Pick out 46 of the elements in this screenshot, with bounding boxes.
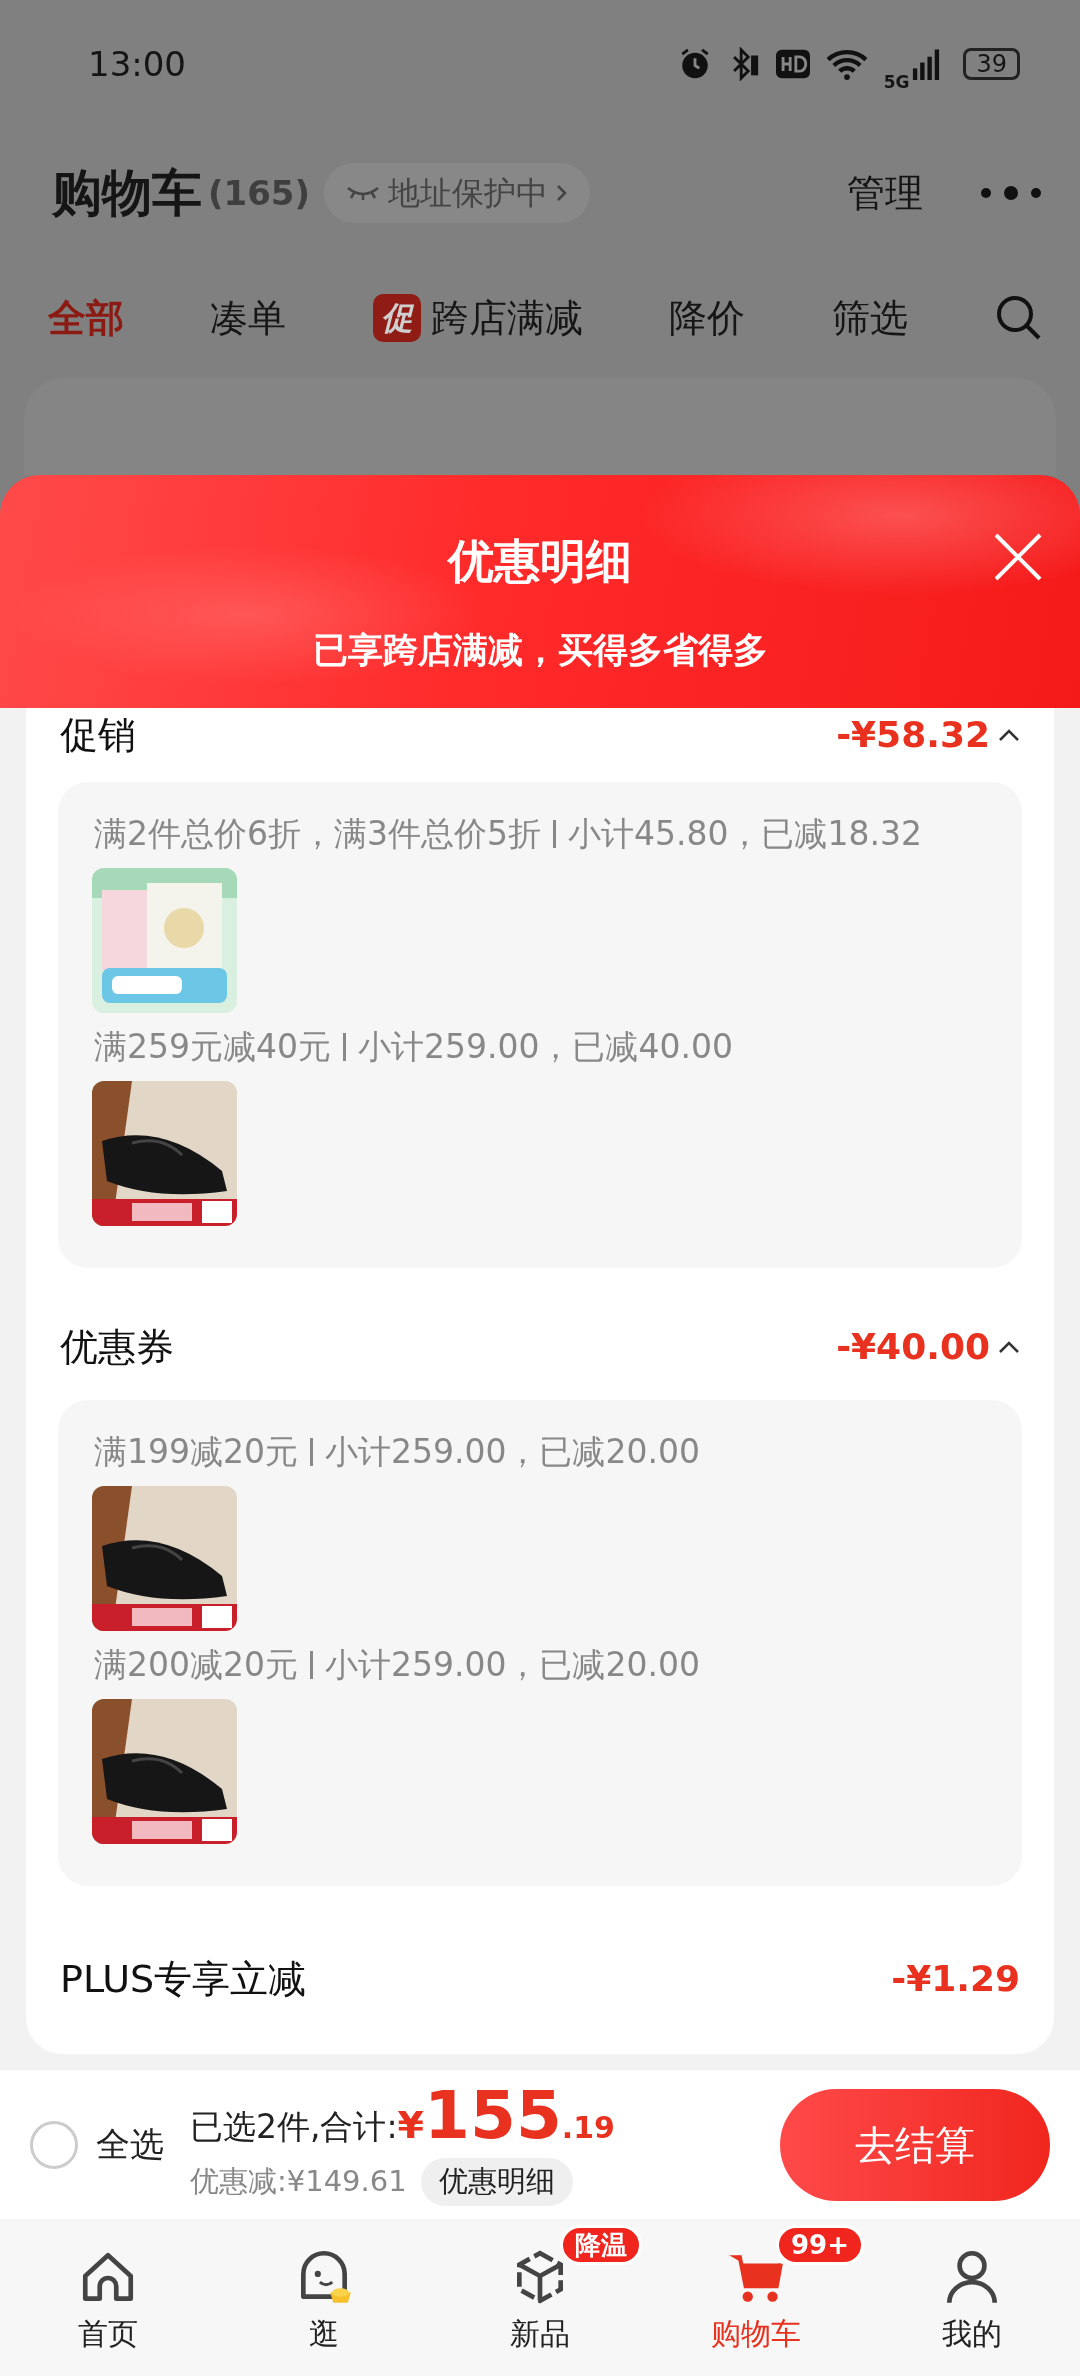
filter-tab[interactable]: 全部 (48, 289, 124, 347)
discount-rule-text: 满259元减40元 小计259.00，已减40.00 (94, 1026, 734, 1068)
sheet-subtitle: 已享跨店满减，买得多省得多 (312, 629, 768, 672)
discount-rule-text: 满200减20元 小计259.00，已减20.00 (94, 1644, 701, 1686)
discount-rule-text: 满2件总价6折，满3件总价5折 小计45.80，已减18.32 (94, 813, 923, 855)
nav-tab[interactable]: 我的 (864, 2219, 1080, 2370)
discount-total: 优惠减:¥149.61 (190, 2163, 407, 2201)
selected-summary: 已选2件,合计: (190, 2106, 398, 2149)
nav-tab[interactable]: 新品 降温 (432, 2219, 648, 2370)
checkout-button[interactable]: 去结算 (780, 2088, 1050, 2201)
manage-button[interactable]: 管理 (846, 163, 924, 223)
section-title: 优惠券 (60, 1323, 174, 1371)
battery-indicator: 39 (963, 48, 1020, 80)
nav-tab[interactable]: 购物车 99+ (648, 2219, 864, 2370)
hd-icon (775, 49, 810, 79)
status-time: 13:00 (88, 42, 186, 86)
discount-rule-text: 满199减20元 小计259.00，已减20.00 (94, 1431, 701, 1473)
item-count: (165) (208, 171, 311, 215)
nav-tab[interactable]: 首页 (0, 2219, 216, 2370)
nav-badge: 降温 (560, 2225, 642, 2265)
discount-detail-button[interactable]: 优惠明细 (420, 2158, 573, 2206)
wifi-icon (825, 48, 868, 80)
promo-badge: 促 (372, 294, 421, 342)
more-icon[interactable] (980, 185, 1042, 201)
select-all-checkbox[interactable] (30, 2120, 78, 2169)
total-price: ¥155.19 (397, 2083, 615, 2155)
filter-tab[interactable]: 凑单 (210, 289, 287, 347)
filter-tab[interactable]: 降价 (669, 289, 746, 347)
chevron-right-icon (556, 183, 569, 203)
discount-amount: -¥58.32 (836, 713, 990, 757)
filter-tab[interactable]: 筛选 (831, 289, 908, 347)
sheet-title: 优惠明细 (448, 533, 632, 590)
caret-up-icon[interactable] (998, 1340, 1020, 1354)
discount-amount: -¥40.00 (836, 1325, 990, 1369)
nav-tab[interactable]: 逛 (216, 2219, 432, 2370)
address-protection-chip[interactable]: 地址保护中 (324, 163, 591, 223)
page-title: 购物车 (52, 162, 202, 224)
network-label: 5G (883, 71, 910, 95)
section-title: PLUS专享立减 (60, 1955, 307, 2003)
discount-amount: -¥1.29 (891, 1957, 1020, 2001)
signal-icon (911, 48, 942, 80)
caret-up-icon[interactable] (998, 728, 1020, 742)
nav-badge: 99+ (776, 2225, 864, 2265)
filter-tab[interactable]: 促 跨店满减 (372, 289, 583, 347)
select-all-label: 全选 (96, 2123, 164, 2166)
section-title: 促销 (60, 711, 136, 759)
